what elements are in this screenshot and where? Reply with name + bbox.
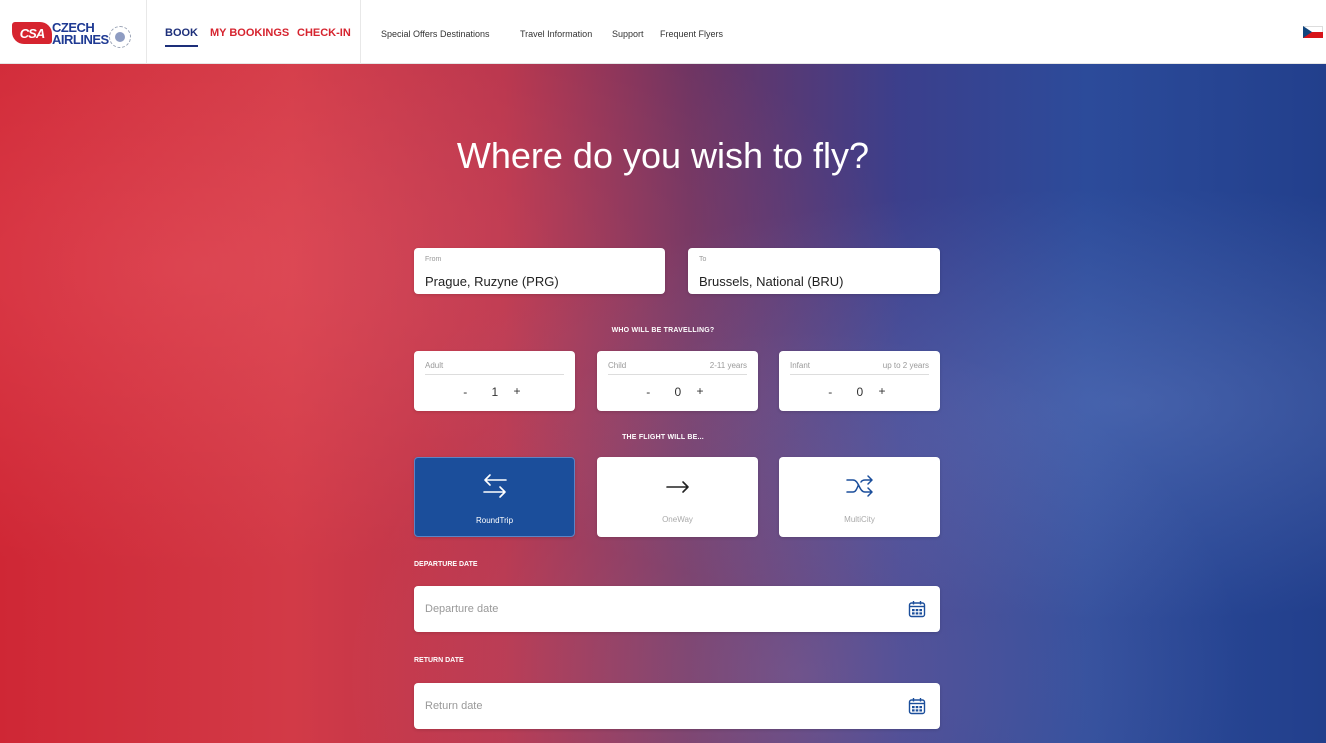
nav-special-offers[interactable]: Special Offers [381, 29, 437, 39]
calendar-icon[interactable] [908, 697, 926, 715]
departure-date-placeholder: Departure date [425, 603, 499, 615]
nav-support[interactable]: Support [612, 29, 644, 39]
one-way-arrow-icon [597, 471, 758, 499]
passengers-title: WHO WILL BE TRAVELLING? [611, 327, 715, 334]
child-label: Child [608, 361, 627, 370]
to-label: To [699, 256, 707, 263]
return-date-title: RETURN DATE [414, 657, 464, 664]
czech-airlines-logo[interactable]: CSA CZECH AIRLINES [12, 18, 131, 50]
child-age-note: 2-11 years [709, 361, 747, 370]
field-underline [608, 374, 747, 375]
departure-date-field[interactable]: Departure date [414, 586, 940, 632]
child-decrement-button[interactable]: - [646, 385, 650, 399]
nav-check-in[interactable]: CHECK-IN [297, 27, 351, 39]
multi-city-shuffle-icon [779, 471, 940, 499]
return-date-field[interactable]: Return date [414, 683, 940, 729]
to-value: Brussels, National (BRU) [699, 274, 844, 289]
infant-increment-button[interactable]: + [879, 384, 886, 398]
infant-passenger-card: Infant up to 2 years - 0 + [779, 351, 940, 411]
skyteam-seal-icon [109, 26, 131, 48]
adult-passenger-card: Adult - 1 + [414, 351, 575, 411]
flight-type-title: THE FLIGHT WILL BE... [622, 434, 704, 441]
adult-decrement-button[interactable]: - [463, 385, 467, 399]
multi-city-option[interactable]: MultiCity [779, 457, 940, 537]
child-passenger-card: Child 2-11 years - 0 + [597, 351, 758, 411]
infant-decrement-button[interactable]: - [828, 385, 832, 399]
departure-date-title: DEPARTURE DATE [414, 561, 478, 568]
logo-text-line2: AIRLINES [52, 32, 109, 47]
adult-label: Adult [425, 361, 444, 370]
header-divider [146, 0, 147, 64]
logo-wordmark: CZECH AIRLINES [52, 21, 109, 47]
field-underline [425, 374, 564, 375]
calendar-icon[interactable] [908, 600, 926, 618]
header-divider [360, 0, 361, 64]
page-title: Where do you wish to fly? [456, 135, 870, 176]
one-way-option[interactable]: OneWay [597, 457, 758, 537]
nav-travel-information[interactable]: Travel Information [520, 29, 592, 39]
infant-count: 0 [856, 385, 864, 399]
from-field[interactable]: From Prague, Ruzyne (PRG) [414, 248, 665, 294]
site-header: CSA CZECH AIRLINES BOOK MY BOOKINGS CHEC… [0, 0, 1326, 64]
czech-flag-icon[interactable] [1303, 26, 1323, 38]
adult-increment-button[interactable]: + [514, 384, 521, 398]
to-field[interactable]: To Brussels, National (BRU) [688, 248, 940, 294]
round-trip-label: RoundTrip [475, 516, 514, 525]
search-hero: Where do you wish to fly? From Prague, R… [0, 64, 1326, 743]
one-way-label: OneWay [662, 515, 693, 524]
nav-frequent-flyers[interactable]: Frequent Flyers [660, 29, 723, 39]
multi-city-label: MultiCity [844, 515, 875, 524]
from-label: From [425, 256, 442, 263]
field-underline [790, 374, 929, 375]
infant-label: Infant [790, 361, 811, 370]
infant-age-note: up to 2 years [882, 361, 929, 370]
from-value: Prague, Ruzyne (PRG) [425, 274, 559, 289]
csa-logo-mark: CSA [12, 22, 52, 44]
child-count: 0 [674, 385, 682, 399]
adult-count: 1 [491, 385, 499, 399]
nav-destinations[interactable]: Destinations [440, 29, 490, 39]
return-date-placeholder: Return date [425, 700, 483, 712]
round-trip-arrows-icon [415, 472, 574, 500]
child-increment-button[interactable]: + [697, 384, 704, 398]
round-trip-option[interactable]: RoundTrip [414, 457, 575, 537]
nav-my-bookings[interactable]: MY BOOKINGS [210, 27, 289, 39]
nav-book[interactable]: BOOK [165, 27, 198, 47]
